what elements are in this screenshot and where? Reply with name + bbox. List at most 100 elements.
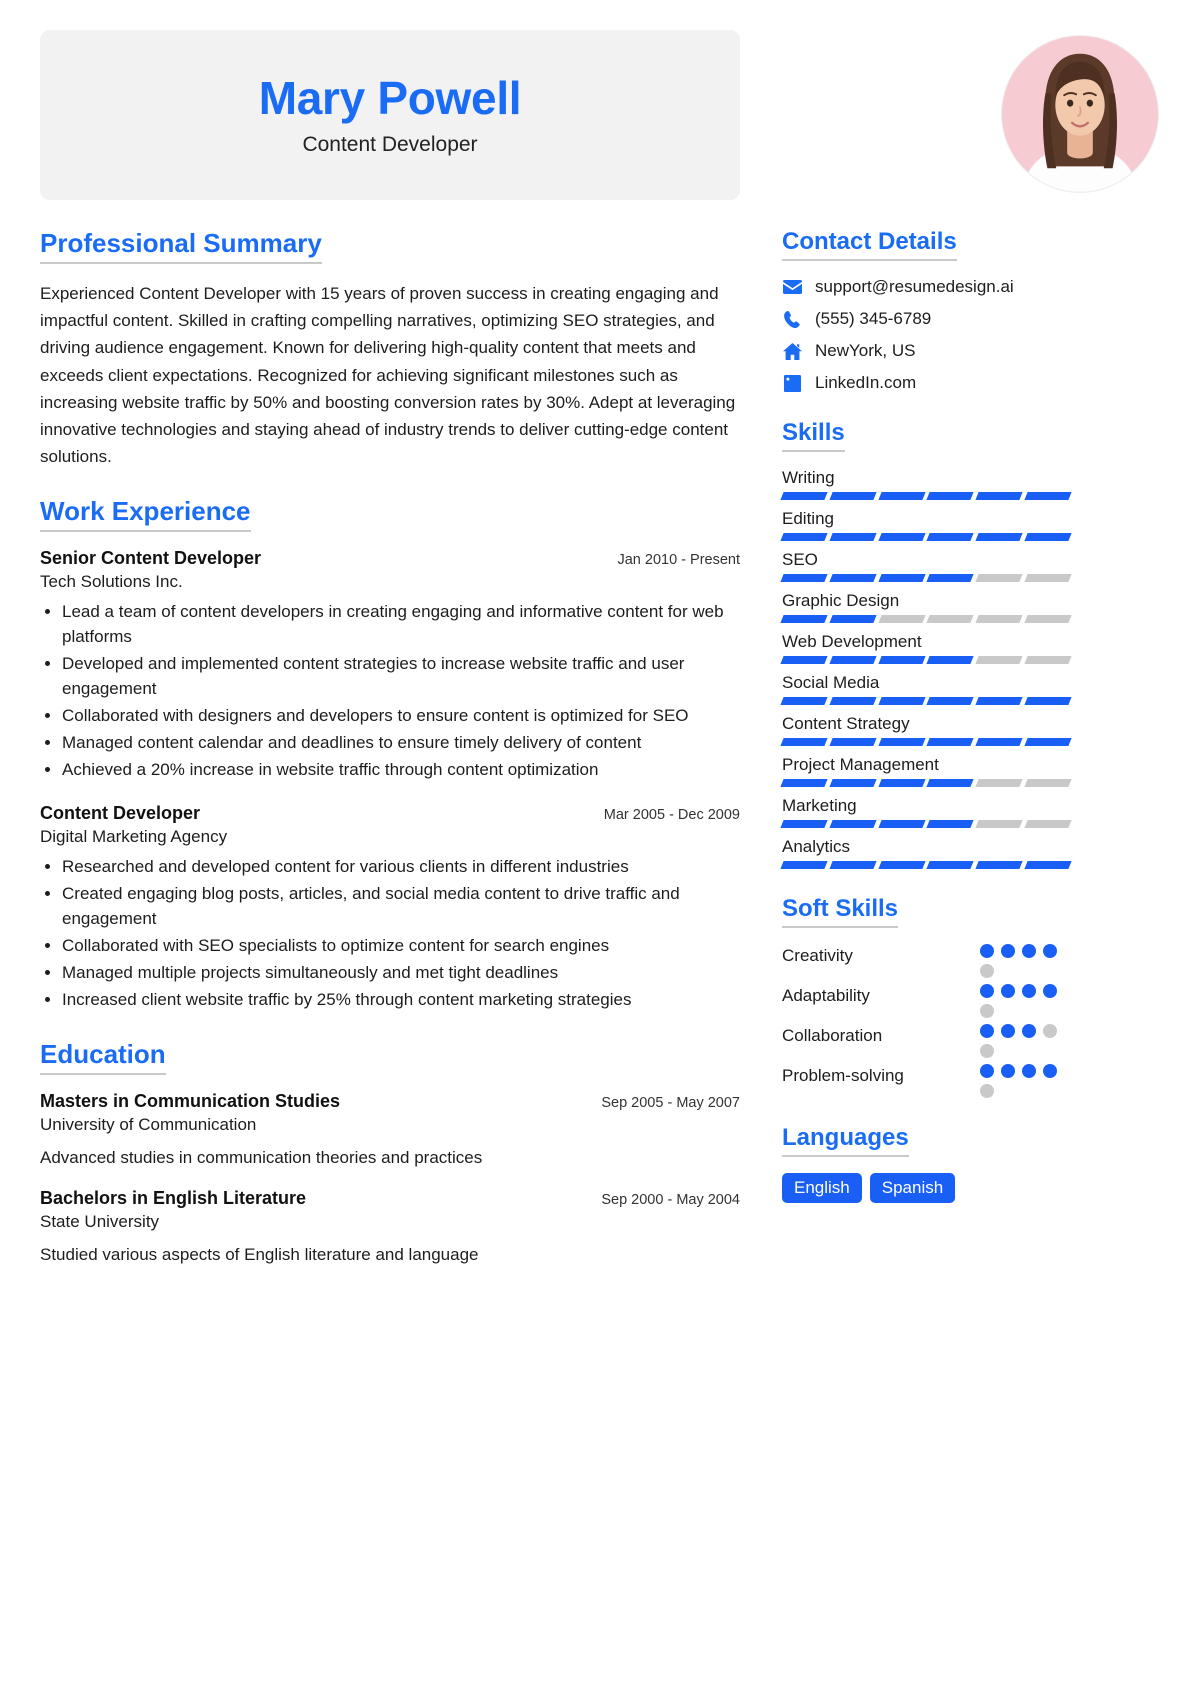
rating-dot: [1043, 1064, 1057, 1078]
skill-segment: [926, 779, 974, 787]
education-school: State University: [40, 1212, 160, 1232]
skill-segment: [926, 533, 974, 541]
skill-row: Graphic Design: [780, 591, 1072, 623]
skill-segment: [780, 861, 828, 869]
experience-bullets: Researched and developed content for var…: [62, 855, 740, 1013]
skill-segment: [1024, 697, 1072, 705]
main-column: Professional Summary Experienced Content…: [40, 228, 740, 1291]
envelope-icon: [782, 278, 802, 296]
rating-dot: [980, 1024, 994, 1038]
skill-segment: [926, 656, 974, 664]
education-degree: Masters in Communication Studies: [40, 1091, 341, 1112]
list-item: Created engaging blog posts, articles, a…: [62, 882, 740, 932]
skill-segment: [829, 697, 877, 705]
soft-skill-label: Adaptability: [782, 986, 870, 1005]
section-professional-summary: Professional Summary Experienced Content…: [40, 228, 740, 470]
skill-segment: [780, 820, 828, 828]
list-item: Developed and implemented content strate…: [62, 652, 740, 702]
skill-label: SEO: [782, 550, 818, 569]
section-education: Education Masters in Communication Studi…: [40, 1039, 740, 1265]
skill-segment: [926, 697, 974, 705]
skill-segment: [878, 697, 926, 705]
header-name-band: Mary Powell Content Developer: [40, 30, 740, 200]
avatar-container: [1000, 30, 1160, 193]
language-chip[interactable]: Spanish: [869, 1173, 956, 1203]
list-item: Collaborated with SEO specialists to opt…: [62, 934, 740, 959]
skill-label: Content Strategy: [782, 714, 910, 733]
skill-segment: [829, 779, 877, 787]
list-item: Managed multiple projects simultaneously…: [62, 961, 740, 986]
experience-date: Jan 2010 - Present: [617, 552, 740, 569]
skill-segment: [780, 779, 828, 787]
rating-dot: [1043, 984, 1057, 998]
skill-segment: [829, 492, 877, 500]
skill-label: Project Management: [782, 755, 939, 774]
contact-item-location[interactable]: NewYork, US: [782, 341, 1070, 361]
skill-segment: [878, 615, 926, 623]
skill-segment: [780, 738, 828, 746]
skill-segment: [926, 820, 974, 828]
education-degree: Bachelors in English Literature: [40, 1188, 307, 1209]
skill-segment: [975, 615, 1023, 623]
contact-item-email[interactable]: support@resumedesign.ai: [782, 277, 1070, 297]
experience-entry-header: Content Developer Mar 2005 - Dec 2009: [40, 803, 740, 824]
skill-level-bar: [780, 697, 1072, 705]
language-chip[interactable]: English: [782, 1173, 862, 1203]
soft-skill-row: Collaboration: [782, 1024, 1070, 1058]
contact-list: support@resumedesign.ai (555) 345-6789 N…: [782, 277, 1070, 393]
skill-segment: [1024, 861, 1072, 869]
skill-segment: [829, 615, 877, 623]
section-heading-contact: Contact Details: [782, 228, 957, 261]
soft-skill-row: Adaptability: [782, 984, 1070, 1018]
skill-segment: [780, 533, 828, 541]
skill-segment: [975, 697, 1023, 705]
skill-segment: [878, 574, 926, 582]
section-soft-skills: Soft Skills Creativity Adaptability Collab…: [782, 895, 1070, 1098]
skill-row: Marketing: [780, 796, 1072, 828]
education-entry-header: Masters in Communication Studies Sep 200…: [40, 1091, 740, 1112]
rating-dot: [980, 1044, 994, 1058]
rating-dot: [1022, 944, 1036, 958]
skill-segment: [1024, 656, 1072, 664]
rating-dot: [1022, 1024, 1036, 1038]
skill-segment: [975, 861, 1023, 869]
skill-row: Social Media: [780, 673, 1072, 705]
section-skills: Skills Writing Editing SEO Graphic Design We…: [780, 419, 1072, 869]
list-item: Researched and developed content for var…: [62, 855, 740, 880]
education-entry: Masters in Communication Studies Sep 200…: [40, 1091, 740, 1168]
skill-segment: [975, 533, 1023, 541]
skill-segment: [878, 738, 926, 746]
rating-dot: [1001, 984, 1015, 998]
rating-dot: [980, 964, 994, 978]
skill-segment: [829, 861, 877, 869]
skill-level-bar: [780, 574, 1072, 582]
skill-label: Editing: [782, 509, 834, 528]
section-heading-skills: Skills: [782, 419, 845, 452]
skill-segment: [878, 533, 926, 541]
home-icon: [782, 342, 802, 360]
skill-row: Content Strategy: [780, 714, 1072, 746]
summary-text: Experienced Content Developer with 15 ye…: [40, 284, 736, 467]
soft-skill-label: Problem-solving: [782, 1066, 904, 1085]
linkedin-icon: [782, 374, 802, 392]
skill-segment: [1024, 615, 1072, 623]
skill-segment: [926, 738, 974, 746]
skill-level-bar: [780, 738, 1072, 746]
soft-skill-rating: [980, 1064, 1070, 1098]
skill-segment: [878, 492, 926, 500]
contact-item-linkedin[interactable]: LinkedIn.com: [782, 373, 1070, 393]
skill-label: Writing: [782, 468, 835, 487]
contact-item-phone[interactable]: (555) 345-6789: [782, 309, 1070, 329]
soft-skill-label: Collaboration: [782, 1026, 883, 1045]
skill-segment: [1024, 533, 1072, 541]
skill-segment: [975, 779, 1023, 787]
experience-date: Mar 2005 - Dec 2009: [603, 807, 740, 824]
skill-segment: [780, 656, 828, 664]
soft-skill-rating: [980, 984, 1070, 1018]
skill-segment: [1024, 779, 1072, 787]
education-school: University of Communication: [40, 1115, 257, 1135]
skill-segment: [1024, 492, 1072, 500]
experience-entry: Senior Content Developer Jan 2010 - Pres…: [40, 548, 740, 783]
rating-dot: [980, 984, 994, 998]
education-description: Studied various aspects of English liter…: [40, 1245, 479, 1265]
